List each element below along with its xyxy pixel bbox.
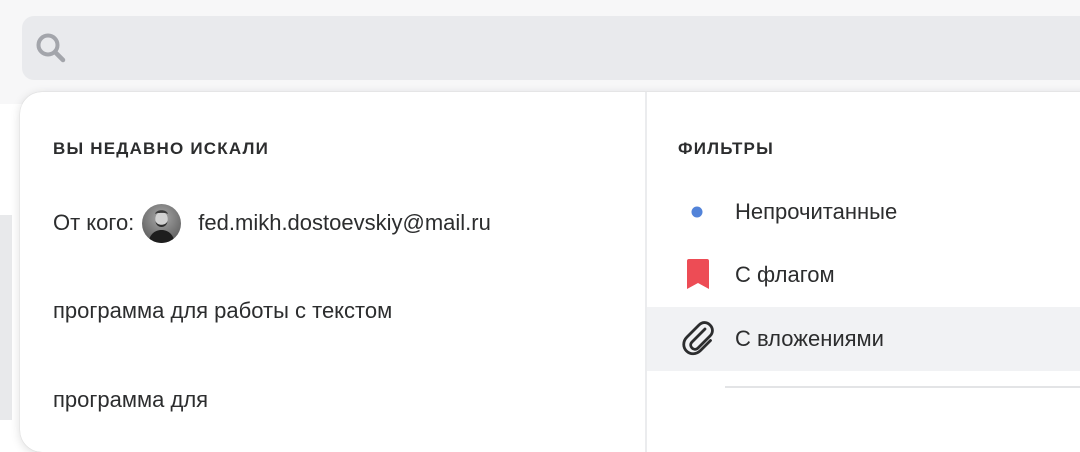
recent-search-item[interactable]: От кого: fed.mikh.dostoevskiy@mail.ru bbox=[53, 203, 633, 243]
recent-search-from-label: От кого: bbox=[53, 210, 135, 235]
search-bar[interactable] bbox=[22, 16, 1080, 80]
paperclip-icon bbox=[647, 307, 735, 371]
filter-flagged-label: С флагом bbox=[735, 262, 835, 287]
recent-search-item[interactable]: программа для работы с текстом bbox=[53, 291, 633, 331]
filter-flagged[interactable]: С флагом bbox=[647, 243, 1080, 307]
filters-bottom-divider bbox=[725, 386, 1080, 388]
filter-attachments-label: С вложениями bbox=[735, 326, 884, 351]
flag-icon bbox=[647, 243, 735, 307]
search-icon bbox=[35, 32, 67, 64]
filter-unread-label: Непрочитанные bbox=[735, 199, 898, 224]
recent-search-item[interactable]: программа для bbox=[53, 380, 633, 420]
recent-search-email: fed.mikh.dostoevskiy@mail.ru bbox=[198, 210, 491, 235]
recent-search-query: программа для работы с текстом bbox=[53, 298, 393, 323]
search-input[interactable] bbox=[82, 16, 982, 80]
filters-title: ФИЛЬТРЫ bbox=[678, 139, 774, 158]
search-suggestions-dropdown: ВЫ НЕДАВНО ИСКАЛИ От кого: fed.mikh.dost… bbox=[20, 92, 1080, 452]
recent-searches-title: ВЫ НЕДАВНО ИСКАЛИ bbox=[53, 139, 270, 158]
unread-dot-icon bbox=[647, 180, 735, 244]
avatar bbox=[142, 203, 182, 243]
app-sidebar-edge bbox=[0, 215, 12, 420]
filter-unread[interactable]: Непрочитанные bbox=[647, 180, 1080, 244]
filter-attachments[interactable]: С вложениями bbox=[647, 307, 1080, 371]
recent-search-query: программа для bbox=[53, 387, 209, 412]
